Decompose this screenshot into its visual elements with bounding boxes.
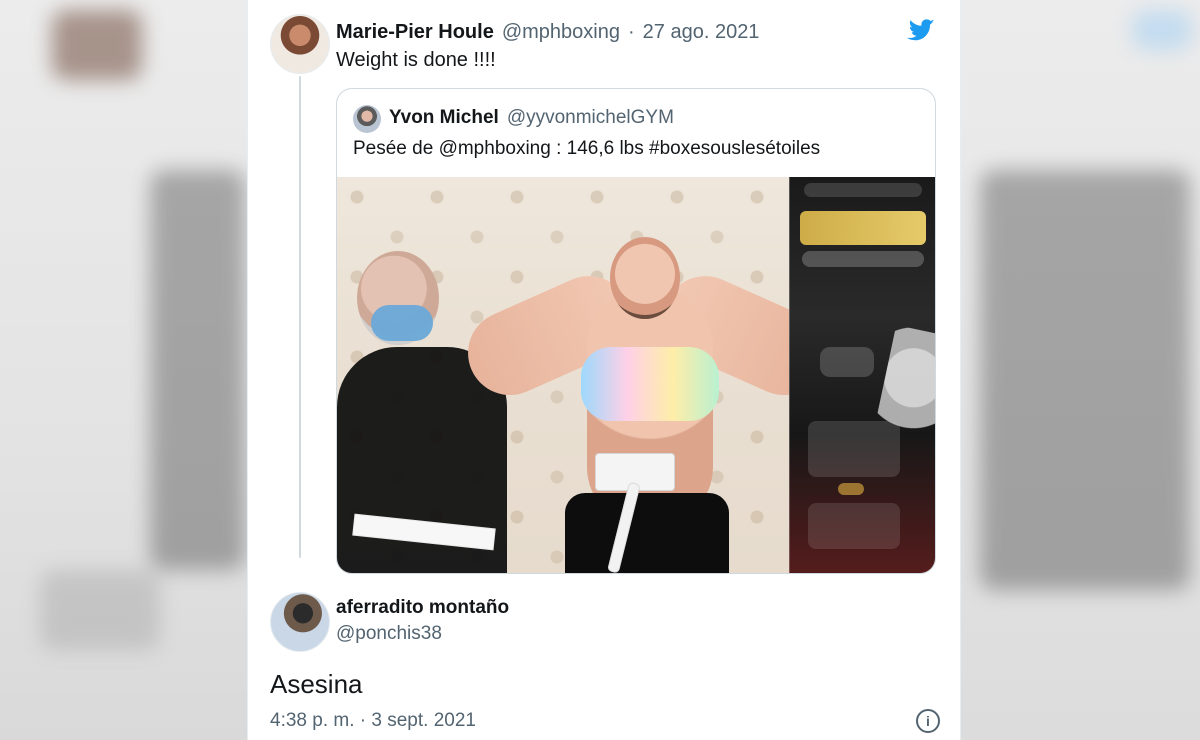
media-person-center-head	[610, 237, 680, 319]
quoted-tweet-header: Yvon Michel @yyvonmichelGYM	[389, 106, 674, 130]
poster-vs-mark	[838, 483, 864, 495]
meta-separator: ·	[627, 21, 635, 43]
tweet-card: Marie-Pier Houle @mphboxing · 27 ago. 20…	[248, 0, 960, 740]
blurred-photo-left	[150, 170, 245, 570]
poster-footer-mark	[808, 503, 900, 549]
quoted-tweet-text: Pesée de @mphboxing : 146,6 lbs #boxesou…	[353, 138, 821, 159]
quoted-author-avatar[interactable]	[353, 105, 381, 133]
author-name[interactable]: Marie-Pier Houle	[336, 20, 494, 44]
quoted-author-handle[interactable]: @yyvonmichelGYM	[507, 106, 674, 130]
face-mask	[371, 305, 433, 341]
quoted-tweet-media[interactable]	[337, 177, 935, 573]
background-right-blur	[960, 0, 1200, 740]
tweet-header: Marie-Pier Houle @mphboxing · 27 ago. 20…	[336, 20, 886, 44]
info-icon[interactable]: i	[916, 709, 940, 733]
quoted-author-name[interactable]: Yvon Michel	[389, 106, 499, 130]
author-avatar[interactable]	[270, 14, 330, 74]
quoted-tweet[interactable]: Yvon Michel @yyvonmichelGYM Pesée de @mp…	[336, 88, 936, 574]
blurred-twitter-icon	[1132, 10, 1192, 50]
reply-author-name[interactable]: aferradito montaño	[336, 596, 509, 620]
thread-line	[299, 76, 301, 558]
reply-timestamp[interactable]: 4:38 p. m. · 3 sept. 2021	[270, 709, 476, 733]
author-handle[interactable]: @mphboxing	[502, 20, 620, 44]
poster-badge-mark	[820, 347, 874, 377]
tweet-date[interactable]: 27 ago. 2021	[643, 20, 760, 44]
reply-footer: 4:38 p. m. · 3 sept. 2021 i	[270, 708, 940, 734]
blurred-avatar-bottom	[40, 570, 160, 650]
media-sports-bra	[581, 347, 719, 421]
reply-author-avatar[interactable]	[270, 592, 330, 652]
media-shorts	[565, 493, 729, 573]
tweet-text: Weight is done !!!!	[336, 49, 496, 71]
twitter-bird-icon	[907, 19, 935, 41]
blurred-avatar	[52, 10, 142, 80]
reply-text: Asesina	[270, 669, 363, 699]
poster-title-mark	[800, 211, 926, 245]
poster-glove	[871, 325, 935, 457]
poster-subtitle-mark	[802, 251, 924, 267]
blurred-photo-right	[980, 170, 1190, 590]
reply-author-handle[interactable]: @ponchis38	[336, 622, 442, 646]
media-poster	[789, 177, 935, 573]
poster-header-mark	[804, 183, 922, 197]
background-left-blur	[0, 0, 248, 740]
